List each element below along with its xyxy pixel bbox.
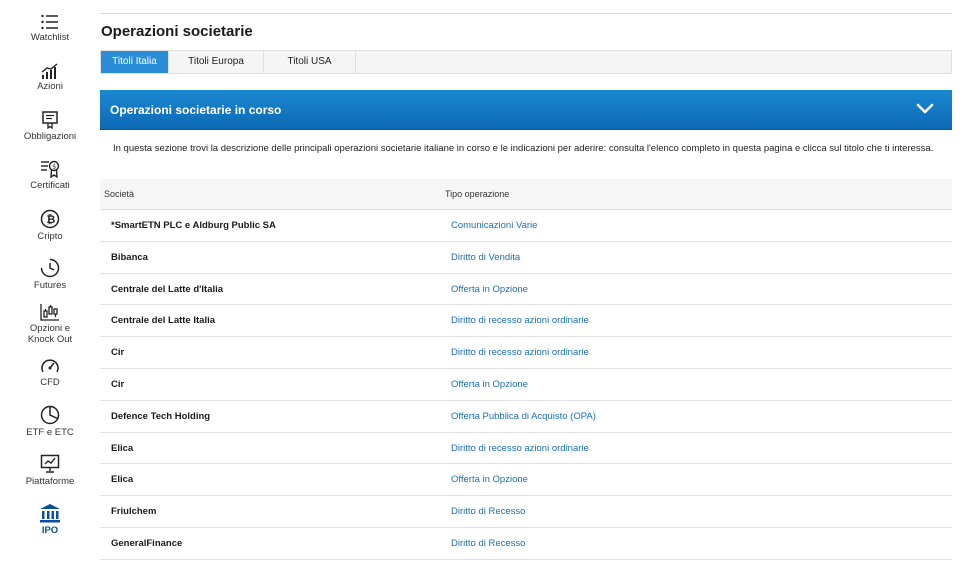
company-name: Cir: [111, 347, 125, 359]
company-name: Elica: [111, 474, 134, 486]
operation-link[interactable]: Diritto di recesso azioni ordinarie: [451, 347, 589, 358]
certificate-icon: $: [41, 160, 60, 178]
monitor-chart-icon: [40, 454, 60, 473]
svg-text:₿: ₿: [46, 213, 55, 226]
intro-text: In questa sezione trovi la descrizione d…: [113, 143, 934, 154]
sidebar-item-cripto[interactable]: ₿ Cripto: [0, 209, 100, 242]
operation-link[interactable]: Diritto di Vendita: [451, 252, 520, 263]
table-row: Friulchem Diritto di Recesso: [100, 496, 952, 528]
sidebar-item-ipo[interactable]: IPO: [0, 503, 100, 536]
sidebar-item-label: CFD: [40, 377, 60, 388]
company-name: Bibanca: [111, 251, 148, 263]
tab-bar: Titoli Italia Titoli Europa Titoli USA: [100, 50, 952, 74]
sidebar-item-certificati[interactable]: $ Certificati: [0, 160, 100, 191]
sidebar-item-opzioni-knock-out[interactable]: Opzioni e Knock Out: [0, 303, 100, 345]
sidebar-item-etf-etc[interactable]: ETF e ETC: [0, 405, 100, 438]
company-name: Elica: [111, 442, 134, 454]
section-title: Operazioni societarie in corso: [110, 103, 282, 117]
table-body: *SmartETN PLC e Aldburg Public SA Comunic…: [100, 210, 952, 560]
operation-link[interactable]: Diritto di recesso azioni ordinarie: [451, 443, 589, 454]
pie-chart-icon: [40, 405, 60, 425]
sidebar-item-watchlist[interactable]: Watchlist: [0, 14, 100, 43]
operation-link[interactable]: Diritto di recesso azioni ordinarie: [451, 315, 589, 326]
sidebar-item-label: Futures: [33, 280, 67, 291]
operation-link[interactable]: Diritto di Recesso: [451, 506, 525, 517]
sidebar-item-label: IPO: [41, 525, 59, 536]
company-name: Defence Tech Holding: [111, 410, 211, 422]
sidebar-item-piattaforme[interactable]: Piattaforme: [0, 454, 100, 487]
column-header-operation: Tipo operazione: [445, 189, 510, 199]
sidebar-item-label: Opzioni e: [29, 323, 71, 334]
section-header[interactable]: Operazioni societarie in corso: [100, 90, 952, 130]
sidebar-item-obbligazioni[interactable]: Obbligazioni: [0, 111, 100, 142]
table-row: *SmartETN PLC e Aldburg Public SA Comunic…: [100, 210, 952, 242]
sidebar-item-label: Obbligazioni: [23, 131, 77, 142]
table-row: Defence Tech Holding Offerta Pubblica di …: [100, 401, 952, 433]
sidebar-item-label: ETF e ETC: [26, 427, 74, 438]
sidebar-item-azioni[interactable]: Azioni: [0, 63, 100, 92]
table-row: GeneralFinance Diritto di Recesso: [100, 528, 952, 560]
table-row: Elica Diritto di recesso azioni ordinarie: [100, 433, 952, 465]
company-name: GeneralFinance: [111, 537, 183, 549]
operation-link[interactable]: Offerta in Opzione: [451, 379, 528, 390]
clock-icon: [40, 258, 60, 278]
sidebar: Watchlist Azioni Obbligazioni $ Certific…: [0, 0, 100, 568]
column-header-company: Società: [104, 189, 135, 199]
company-name: Centrale del Latte d'Italia: [111, 283, 224, 295]
operation-link[interactable]: Offerta in Opzione: [451, 284, 528, 295]
sidebar-item-label: Piattaforme: [25, 476, 75, 487]
sidebar-item-label: Watchlist: [30, 32, 70, 43]
operation-link[interactable]: Offerta Pubblica di Acquisto (OPA): [451, 411, 596, 422]
tab-titoli-europa[interactable]: Titoli Europa: [169, 51, 264, 73]
sidebar-item-label: Cripto: [37, 231, 63, 242]
table-header: Società Tipo operazione: [100, 179, 952, 210]
operation-link[interactable]: Comunicazioni Varie: [451, 220, 537, 231]
svg-text:$: $: [52, 163, 56, 170]
bank-icon: [40, 504, 60, 523]
operation-link[interactable]: Diritto di Recesso: [451, 538, 525, 549]
candlestick-icon: [40, 304, 59, 321]
table-row: Centrale del Latte d'Italia Offerta in Op…: [100, 274, 952, 306]
table-row: Centrale del Latte Italia Diritto di rece…: [100, 305, 952, 338]
tab-titoli-usa[interactable]: Titoli USA: [264, 51, 356, 73]
table-row: Cir Diritto di recesso azioni ordinarie: [100, 337, 952, 369]
list-icon: [41, 14, 58, 30]
main-content: Operazioni societarie Titoli Italia Tito…: [100, 0, 953, 568]
sidebar-item-label-line2: Knock Out: [27, 334, 73, 345]
table-row: Cir Offerta in Opzione: [100, 369, 952, 401]
gauge-icon: [41, 359, 59, 373]
table-row: Bibanca Diritto di Vendita: [100, 242, 952, 274]
chart-up-icon: [41, 63, 58, 79]
divider: [100, 13, 952, 14]
tab-titoli-italia[interactable]: Titoli Italia: [101, 51, 169, 73]
bitcoin-icon: ₿: [40, 209, 60, 229]
company-name: Cir: [111, 378, 125, 390]
table-row: Elica Offerta in Opzione: [100, 464, 952, 497]
sidebar-item-futures[interactable]: Futures: [0, 258, 100, 291]
company-name: *SmartETN PLC e Aldburg Public SA: [111, 220, 276, 231]
page-title: Operazioni societarie: [101, 23, 253, 40]
chevron-down-icon[interactable]: [916, 102, 934, 116]
company-name: Friulchem: [111, 506, 157, 518]
operation-link[interactable]: Offerta in Opzione: [451, 474, 528, 485]
company-name: Centrale del Latte Italia: [111, 315, 216, 327]
sidebar-item-label: Certificati: [30, 180, 70, 191]
sidebar-item-label: Azioni: [37, 81, 63, 92]
bond-icon: [42, 111, 58, 129]
sidebar-item-cfd[interactable]: CFD: [0, 357, 100, 388]
